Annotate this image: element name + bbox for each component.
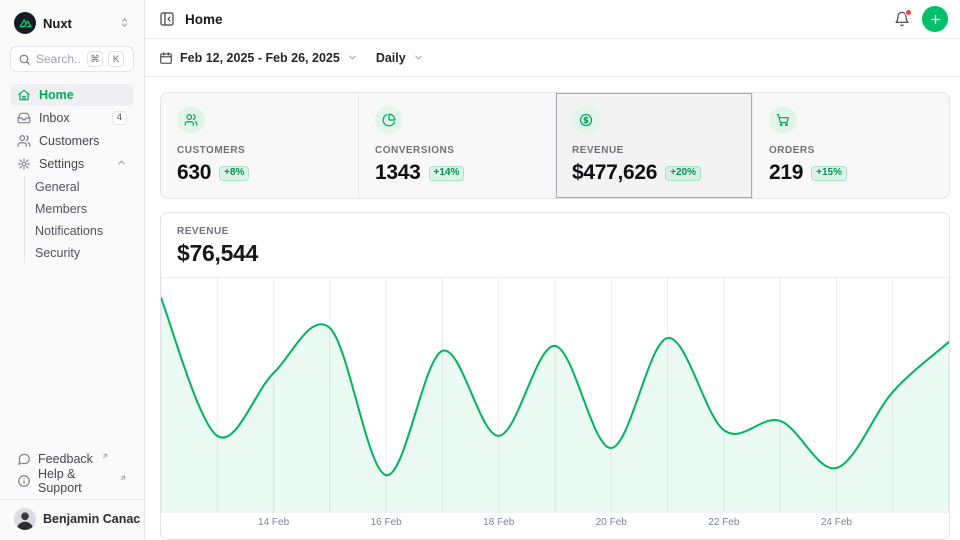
x-axis-label: 22 Feb	[708, 517, 739, 528]
date-range-label: Feb 12, 2025 - Feb 26, 2025	[180, 51, 340, 65]
stat-label: REVENUE	[572, 145, 736, 156]
x-axis-label: 18 Feb	[483, 517, 514, 528]
revenue-chart-card: REVENUE $76,544 14 Feb 16 Feb 18 Feb 20 Feb…	[160, 212, 950, 540]
stat-value: 630	[177, 161, 211, 185]
sidebar-item-inbox[interactable]: Inbox 4	[10, 107, 134, 129]
notifications-button[interactable]	[894, 11, 910, 27]
chevrons-up-down-icon	[119, 16, 130, 31]
kbd-k: K	[108, 51, 124, 67]
sidebar-item-customers[interactable]: Customers	[10, 130, 134, 152]
dashboard-content: CUSTOMERS 630 +8% CONVERSIONS 1343 +14%	[145, 77, 960, 540]
chevron-up-icon	[116, 157, 127, 171]
sidebar-item-settings[interactable]: Settings	[10, 153, 134, 175]
stat-delta-badge: +8%	[219, 166, 249, 181]
notification-dot	[905, 9, 912, 16]
x-axis-label: 16 Feb	[371, 517, 402, 528]
chevron-down-icon	[413, 52, 424, 63]
chevron-down-icon	[347, 52, 358, 63]
settings-submenu: General Members Notifications Security	[24, 176, 134, 263]
stat-label: ORDERS	[769, 145, 933, 156]
workspace-switcher[interactable]: Nuxt	[10, 8, 134, 38]
sidebar-spacer	[10, 263, 134, 448]
search-input[interactable]: ⌘ K	[10, 46, 134, 72]
chart-kicker: REVENUE	[177, 226, 933, 237]
workspace-name: Nuxt	[43, 16, 72, 31]
sidebar-nav: Home Inbox 4 Customers Settings Genera	[10, 84, 134, 263]
calendar-icon	[159, 51, 173, 65]
sidebar-item-notifications[interactable]: Notifications	[27, 220, 134, 241]
sidebar-item-home[interactable]: Home	[10, 84, 134, 106]
main-area: Home Feb 12, 2025 - Feb 26, 2025 Daily	[145, 0, 960, 540]
gear-icon	[17, 157, 31, 171]
inbox-icon	[17, 111, 31, 125]
interval-select[interactable]: Daily	[376, 51, 424, 65]
chart-header: REVENUE $76,544	[161, 213, 949, 277]
stat-label: CONVERSIONS	[375, 145, 539, 156]
chat-bubble-icon	[17, 452, 31, 466]
shopping-cart-icon	[769, 106, 797, 134]
users-icon	[17, 134, 31, 148]
external-link-icon	[119, 474, 127, 482]
panel-collapse-icon[interactable]	[159, 11, 175, 27]
sidebar: Nuxt ⌘ K Home Inbox 4	[0, 0, 145, 540]
user-menu[interactable]: Benjamin Canac	[10, 500, 134, 532]
stat-value: 219	[769, 161, 803, 185]
stat-delta-badge: +20%	[665, 166, 701, 181]
inbox-count-badge: 4	[112, 111, 127, 125]
date-range-picker[interactable]: Feb 12, 2025 - Feb 26, 2025	[159, 51, 358, 65]
chart-plot[interactable]	[161, 277, 949, 512]
filterbar: Feb 12, 2025 - Feb 26, 2025 Daily	[145, 39, 960, 77]
users-icon	[177, 106, 205, 134]
chart-x-axis: 14 Feb 16 Feb 18 Feb 20 Feb 22 Feb 24 Feb	[161, 512, 949, 532]
x-axis-label: 14 Feb	[258, 517, 289, 528]
kbd-meta: ⌘	[87, 51, 103, 67]
stat-value: $477,626	[572, 161, 657, 185]
stat-delta-badge: +15%	[811, 166, 847, 181]
topbar-actions	[894, 6, 948, 32]
house-icon	[17, 88, 31, 102]
stat-value: 1343	[375, 161, 421, 185]
avatar	[14, 508, 36, 530]
stat-card-revenue[interactable]: REVENUE $477,626 +20%	[555, 93, 752, 198]
topbar: Home	[145, 0, 960, 39]
stat-card-conversions[interactable]: CONVERSIONS 1343 +14%	[358, 93, 555, 198]
sidebar-item-label: Settings	[39, 157, 84, 171]
sidebar-item-members[interactable]: Members	[27, 198, 134, 219]
plus-icon	[929, 13, 942, 26]
sidebar-item-label: Customers	[39, 134, 99, 148]
revenue-chart-svg	[161, 278, 949, 513]
x-axis-label: 24 Feb	[821, 517, 852, 528]
x-axis-label: 20 Feb	[596, 517, 627, 528]
external-link-icon	[101, 452, 109, 460]
nuxt-logo-icon	[14, 12, 36, 34]
pie-chart-icon	[375, 106, 403, 134]
search-icon	[18, 53, 31, 66]
sidebar-item-general[interactable]: General	[27, 176, 134, 197]
interval-label: Daily	[376, 51, 406, 65]
sidebar-item-security[interactable]: Security	[27, 242, 134, 263]
stat-label: CUSTOMERS	[177, 145, 342, 156]
help-support-label: Help & Support	[38, 467, 111, 495]
page-title: Home	[185, 12, 223, 27]
search-field[interactable]	[36, 52, 82, 66]
circle-dollar-icon	[572, 106, 600, 134]
chart-total: $76,544	[177, 240, 933, 267]
help-support-link[interactable]: Help & Support	[10, 470, 134, 492]
stat-delta-badge: +14%	[429, 166, 465, 181]
stats-row: CUSTOMERS 630 +8% CONVERSIONS 1343 +14%	[160, 92, 950, 199]
stat-card-orders[interactable]: ORDERS 219 +15%	[752, 93, 949, 198]
feedback-label: Feedback	[38, 452, 93, 466]
user-name: Benjamin Canac	[43, 512, 140, 526]
add-button[interactable]	[922, 6, 948, 32]
stat-card-customers[interactable]: CUSTOMERS 630 +8%	[161, 93, 358, 198]
info-icon	[17, 474, 31, 488]
sidebar-item-label: Inbox	[39, 111, 70, 125]
sidebar-item-label: Home	[39, 88, 74, 102]
